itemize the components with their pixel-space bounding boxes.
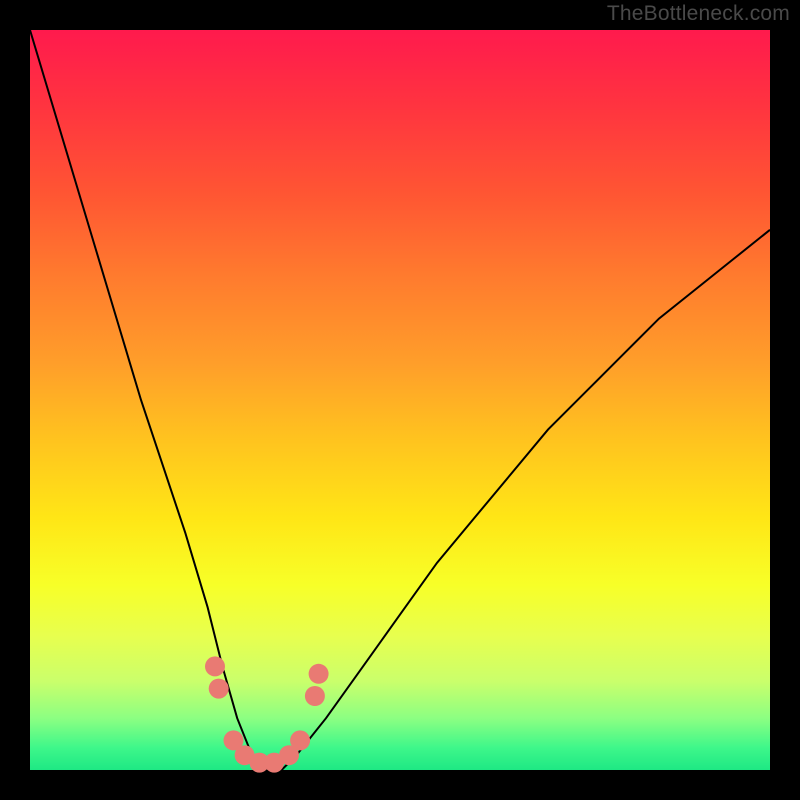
chart-frame: TheBottleneck.com xyxy=(0,0,800,800)
marker-dot xyxy=(305,686,325,706)
marker-dot xyxy=(209,679,229,699)
bottleneck-curve xyxy=(30,30,770,770)
chart-plot-area xyxy=(30,30,770,770)
marker-dot xyxy=(290,730,310,750)
watermark-text: TheBottleneck.com xyxy=(607,2,790,26)
marker-dot xyxy=(309,664,329,684)
marker-dot xyxy=(205,656,225,676)
chart-svg xyxy=(30,30,770,770)
